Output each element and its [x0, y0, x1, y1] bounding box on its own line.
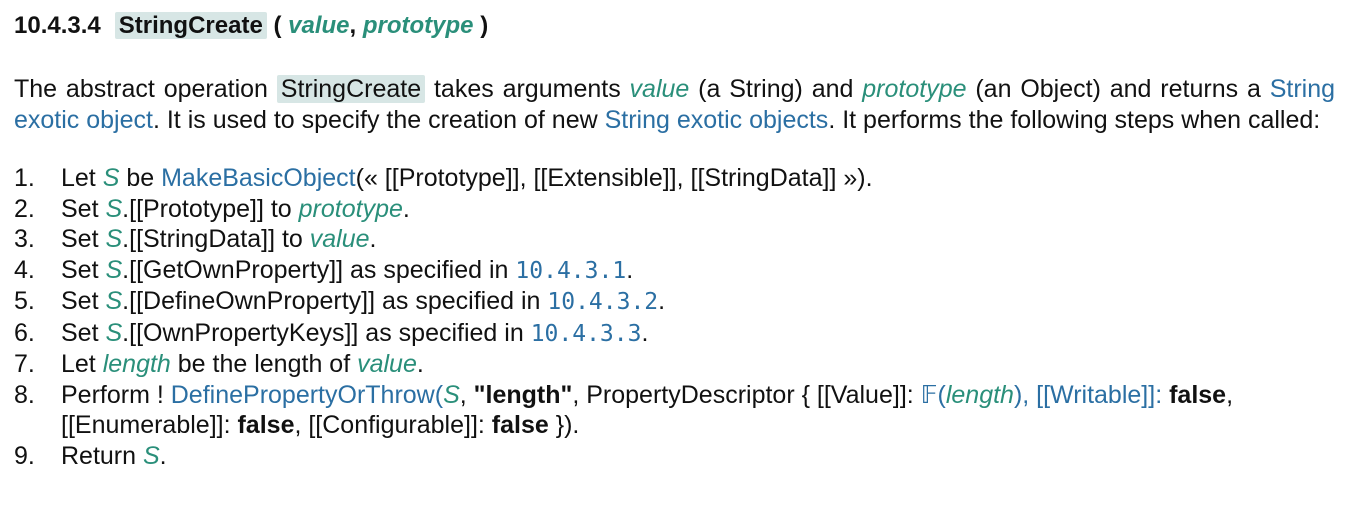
param-prototype[interactable]: prototype [363, 12, 474, 39]
step-var[interactable]: S [103, 164, 120, 192]
step-text: . [159, 441, 167, 470]
step-text: . [626, 255, 634, 284]
link-makebasicobject[interactable]: MakeBasicObject [161, 164, 356, 192]
step-text: , PropertyDescriptor { [[Value]]: [572, 380, 921, 409]
step-2: 2. Set S.[[Prototype]] to prototype. [14, 194, 1335, 225]
section-heading: 10.4.3.4 StringCreate ( value, prototype … [14, 8, 1335, 44]
step-text: . [402, 194, 410, 223]
operation-name[interactable]: StringCreate [114, 12, 267, 39]
step-4: 4. Set S.[[GetOwnProperty]] as specified… [14, 255, 1335, 287]
literal-false: false [491, 411, 549, 439]
link-section-ref[interactable]: 10.4.3.3 [531, 321, 642, 347]
step-8: 8. Perform ! DefinePropertyOrThrow(S, "l… [14, 380, 1335, 441]
intro-text: . It performs the following steps when c… [828, 106, 1321, 134]
step-number: 5. [14, 287, 35, 315]
step-var[interactable]: value [357, 350, 417, 378]
step-var[interactable]: S [105, 287, 122, 315]
step-text: , [[Configurable]]: [294, 411, 492, 439]
step-text: ( [434, 380, 444, 409]
param-value[interactable]: value [288, 12, 349, 39]
step-number: 8. [14, 380, 35, 409]
step-text: . [641, 318, 649, 347]
step-var[interactable]: prototype [299, 195, 403, 223]
paren-close: ) [480, 12, 489, 39]
step-var[interactable]: S [105, 225, 122, 253]
intro-text: (an Object) and returns a [966, 75, 1270, 103]
spec-page: 10.4.3.4 StringCreate ( value, prototype … [0, 0, 1349, 471]
step-text: be the length of [170, 350, 358, 378]
step-text: .[[StringData]] to [122, 225, 310, 253]
literal-false: false [1169, 380, 1227, 409]
step-number: 4. [14, 255, 35, 284]
link-section-ref[interactable]: 10.4.3.1 [515, 258, 626, 284]
step-text: Set [61, 318, 106, 347]
intro-text: The abstract operation [14, 75, 277, 103]
step-3: 3. Set S.[[StringData]] to value. [14, 224, 1335, 255]
string-literal: "length" [473, 380, 573, 409]
step-text: .[[DefineOwnProperty]] as specified in [122, 287, 548, 315]
step-text: . [416, 350, 424, 378]
step-text: Let [61, 350, 103, 378]
literal-false: false [237, 411, 295, 439]
step-7: 7. Let length be the length of value. [14, 349, 1335, 380]
step-var[interactable]: length [946, 381, 1014, 409]
step-number: 1. [14, 164, 35, 192]
section-number: 10.4.3.4 [14, 12, 101, 39]
step-number: 7. [14, 350, 35, 378]
step-text: .[[GetOwnProperty]] as specified in [122, 255, 516, 284]
intro-text: . It is used to specify the creation of … [152, 106, 605, 134]
step-number: 9. [14, 441, 35, 470]
step-text: ( [937, 380, 946, 409]
step-number: 2. [14, 194, 35, 223]
link-section-ref[interactable]: 10.4.3.2 [547, 289, 658, 315]
step-5: 5. Set S.[[DefineOwnProperty]] as specif… [14, 286, 1335, 318]
step-var[interactable]: S [105, 195, 122, 223]
step-text: .[[OwnPropertyKeys]] as specified in [122, 318, 531, 347]
step-text: .[[Prototype]] to [122, 194, 299, 223]
paren-open: ( [273, 12, 282, 39]
step-text: Set [61, 194, 106, 223]
intro-text: (a String) and [689, 75, 863, 103]
step-text: , [459, 380, 474, 409]
intro-var-value[interactable]: value [630, 75, 690, 103]
step-var[interactable]: S [143, 442, 160, 470]
step-var[interactable]: S [443, 381, 460, 409]
step-6: 6. Set S.[[OwnPropertyKeys]] as specifie… [14, 318, 1335, 350]
param-comma: , [349, 12, 357, 39]
step-text: }). [548, 411, 580, 439]
algorithm-steps: 1. Let S be MakeBasicObject(« [[Prototyp… [14, 163, 1335, 471]
step-text: Perform ! [61, 380, 171, 409]
step-text: Set [61, 255, 106, 284]
step-var[interactable]: S [105, 256, 122, 284]
intro-paragraph: The abstract operation StringCreate take… [14, 74, 1335, 136]
intro-var-prototype[interactable]: prototype [862, 75, 966, 103]
step-var[interactable]: value [310, 225, 370, 253]
step-1: 1. Let S be MakeBasicObject(« [[Prototyp… [14, 163, 1335, 194]
step-number: 3. [14, 225, 35, 253]
step-text: Return [61, 441, 143, 470]
link-string-exotic-objects[interactable]: String exotic objects [605, 106, 829, 134]
step-text: . [369, 225, 377, 253]
step-text: Let [61, 164, 103, 192]
step-text: Set [61, 287, 106, 315]
step-text: ), [[Writable]]: [1013, 380, 1170, 409]
step-var[interactable]: S [105, 319, 122, 347]
intro-text: takes arguments [425, 75, 630, 103]
link-definepropertyorthrow[interactable]: DefinePropertyOrThrow [171, 381, 435, 409]
step-var[interactable]: length [103, 350, 171, 378]
step-9: 9. Return S. [14, 441, 1335, 472]
intro-operation-name[interactable]: StringCreate [276, 75, 426, 103]
step-text: be [119, 164, 162, 192]
step-text: Set [61, 225, 106, 253]
step-text: . [658, 287, 666, 315]
step-number: 6. [14, 318, 35, 347]
step-text: (« [[Prototype]], [[Extensible]], [[Stri… [355, 164, 873, 192]
link-number-conversion[interactable]: 𝔽 [921, 380, 938, 409]
